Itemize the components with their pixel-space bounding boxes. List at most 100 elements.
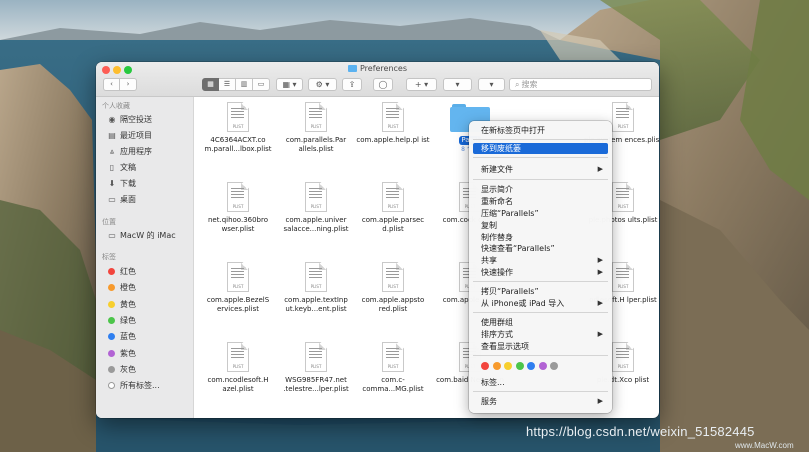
- file-item[interactable]: PLIST com.apple.textInp ut.keyb...ent.pli…: [274, 262, 358, 314]
- context-menu: 在新标签页中打开 移到废纸篓新建文件 ▶ 显示简介 重新命名 压缩“Parallels” 复…: [469, 121, 612, 413]
- file-item[interactable]: PLIST com.apple.help.pl ist: [351, 102, 435, 145]
- column-view-button[interactable]: ▥: [236, 78, 253, 91]
- file-item[interactable]: PLIST com.c- comma...MG.plist: [351, 342, 435, 394]
- menu-item-label: 快速操作: [481, 268, 513, 277]
- menu-item[interactable]: 制作替身: [473, 232, 608, 243]
- menu-item[interactable]: 复制: [473, 220, 608, 231]
- sidebar-item-documents[interactable]: ▯ 文稿: [107, 161, 136, 174]
- file-item[interactable]: PLIST com.apple.BezelS ervices.plist: [196, 262, 280, 314]
- file-name: com.apple.parsec d.plist: [361, 216, 425, 233]
- sidebar-tag-label: 灰色: [120, 364, 136, 374]
- menu-item[interactable]: 标签...: [473, 377, 608, 388]
- menu-item[interactable]: 服务 ▶: [473, 396, 608, 407]
- plist-file-icon: PLIST: [305, 342, 327, 372]
- file-ext-label: PLIST: [387, 364, 399, 369]
- menu-tag-color-dot[interactable]: [527, 362, 535, 370]
- menu-item[interactable]: 拷贝“Parallels”: [473, 286, 608, 297]
- search-input[interactable]: ⌕ 搜索: [509, 78, 652, 91]
- sidebar-tag-item[interactable]: 橙色: [107, 281, 136, 294]
- add-button[interactable]: + ▾: [406, 78, 437, 91]
- toolbar-dropdown-2[interactable]: ▾: [478, 78, 505, 91]
- menu-tag-color-dot[interactable]: [492, 362, 501, 370]
- menu-tag-color-dot[interactable]: [481, 362, 489, 370]
- menu-item[interactable]: 快速查看“Parallels”: [473, 243, 608, 254]
- file-item[interactable]: PLIST com.ncodlesoft.H azel.plist: [196, 342, 280, 394]
- share-button[interactable]: ⇪: [342, 78, 362, 91]
- file-item[interactable]: PLIST 4C6364ACXT.co m.parall...lbox.plist: [196, 102, 280, 154]
- menu-item[interactable]: 共享 ▶: [473, 255, 608, 266]
- menu-item-label: 制作替身: [481, 233, 513, 242]
- forward-button[interactable]: ›: [120, 78, 137, 91]
- sidebar-item-label: 最近项目: [120, 131, 152, 140]
- sidebar-item-label: MacW 的 iMac: [120, 231, 176, 240]
- downloads-icon: ⬇: [108, 179, 116, 188]
- back-button[interactable]: ‹: [103, 78, 120, 91]
- toolbar-dropdown-1[interactable]: ▾: [443, 78, 472, 91]
- menu-item[interactable]: 压缩“Parallels”: [473, 208, 608, 219]
- sidebar-item-desktop[interactable]: ▭ 桌面: [107, 193, 136, 206]
- tag-button[interactable]: ◯: [373, 78, 393, 91]
- menu-item[interactable]: 重新命名: [473, 196, 608, 207]
- gallery-view-button[interactable]: ▭: [253, 78, 270, 91]
- file-item[interactable]: PLIST com.apple.parsec d.plist: [351, 182, 435, 234]
- menu-item[interactable]: 新建文件 ▶: [473, 164, 608, 175]
- menu-item[interactable]: 显示简介: [473, 184, 608, 195]
- sidebar-tag-item[interactable]: 黄色: [107, 298, 136, 311]
- menu-item[interactable]: 排序方式 ▶: [473, 329, 608, 340]
- file-ext-label: PLIST: [310, 284, 322, 289]
- sidebar-tag-item[interactable]: 红色: [107, 265, 136, 278]
- sidebar-tag-item[interactable]: 灰色: [107, 363, 136, 376]
- file-item[interactable]: PLIST com.parallels.Par allels.plist: [274, 102, 358, 154]
- tag-color-dot: [108, 300, 115, 308]
- sidebar-item-imac[interactable]: ▭ MacW 的 iMac: [107, 229, 176, 242]
- menu-tag-color-dot[interactable]: [515, 362, 524, 370]
- file-name: com.parallels.Par allels.plist: [285, 136, 347, 153]
- tag-color-dot: [108, 365, 115, 373]
- menu-separator: [473, 157, 608, 158]
- sidebar-tag-item[interactable]: 蓝色: [107, 330, 136, 343]
- sidebar-tag-item[interactable]: 紫色: [107, 347, 136, 360]
- menu-item[interactable]: 从 iPhone或 iPad 导入 ▶: [473, 298, 608, 309]
- menu-item[interactable]: 移到废纸篓: [473, 143, 608, 154]
- sidebar-item-downloads[interactable]: ⬇ 下载: [107, 177, 136, 190]
- file-ext-label: PLIST: [232, 204, 244, 209]
- title-bar: Preferences ‹ › ▦ ☰ ▥ ▭ ▦ ▾ ⚙ ▾ ⇪ ◯ + ▾ …: [96, 62, 659, 97]
- file-item[interactable]: PLIST net.qihoo.360bro wser.plist: [196, 182, 280, 234]
- plist-file-icon: PLIST: [382, 262, 404, 292]
- plist-file-icon: PLIST: [612, 102, 634, 132]
- view-mode-control: ▦ ☰ ▥ ▭: [202, 78, 270, 91]
- sidebar-tag-item[interactable]: 绿色: [107, 314, 136, 327]
- search-icon: ⌕: [515, 80, 520, 89]
- sidebar-tag-item[interactable]: 所有标签...: [107, 379, 160, 392]
- file-item[interactable]: PLIST WSG985FR47.net .telestre...lper.pli…: [274, 342, 358, 394]
- sidebar-item-label: 文稿: [120, 163, 136, 172]
- sidebar-tag-label: 黄色: [120, 299, 136, 309]
- submenu-arrow-icon: ▶: [597, 299, 603, 307]
- locations-header: 位置: [102, 218, 116, 226]
- menu-tag-color-dot[interactable]: [538, 362, 547, 370]
- menu-tag-color-dot[interactable]: [504, 362, 512, 370]
- plist-file-icon: PLIST: [305, 262, 327, 292]
- folder-icon: [347, 65, 357, 72]
- sidebar-item-recents[interactable]: ▤ 最近项目: [107, 129, 152, 142]
- list-view-button[interactable]: ☰: [219, 78, 236, 91]
- menu-item-label: 拷贝“Parallels”: [481, 287, 539, 296]
- sidebar-item-airdrop[interactable]: ◉ 隔空投送: [107, 113, 153, 126]
- icon-view-button[interactable]: ▦: [202, 78, 219, 91]
- action-button[interactable]: ⚙ ▾: [308, 78, 337, 91]
- plist-file-icon: PLIST: [305, 182, 327, 212]
- file-item[interactable]: PLIST com.apple.univer salacce...ning.pli…: [274, 182, 358, 234]
- menu-tag-color-dot[interactable]: [550, 362, 558, 370]
- sidebar-tag-label: 蓝色: [120, 332, 136, 342]
- menu-item[interactable]: 快速操作 ▶: [473, 267, 608, 278]
- sidebar-item-applications[interactable]: ⩓ 应用程序: [107, 145, 152, 158]
- sidebar-item-label: 桌面: [120, 195, 136, 204]
- menu-item[interactable]: 使用群组: [473, 317, 608, 328]
- menu-item[interactable]: 在新标签页中打开: [473, 125, 608, 136]
- file-ext-label: PLIST: [617, 124, 629, 129]
- menu-item[interactable]: 查看显示选项: [473, 341, 608, 352]
- file-ext-label: PLIST: [387, 124, 399, 129]
- submenu-arrow-icon: ▶: [597, 165, 603, 173]
- file-item[interactable]: PLIST com.apple.appsto red.plist: [351, 262, 435, 314]
- group-button[interactable]: ▦ ▾: [276, 78, 303, 91]
